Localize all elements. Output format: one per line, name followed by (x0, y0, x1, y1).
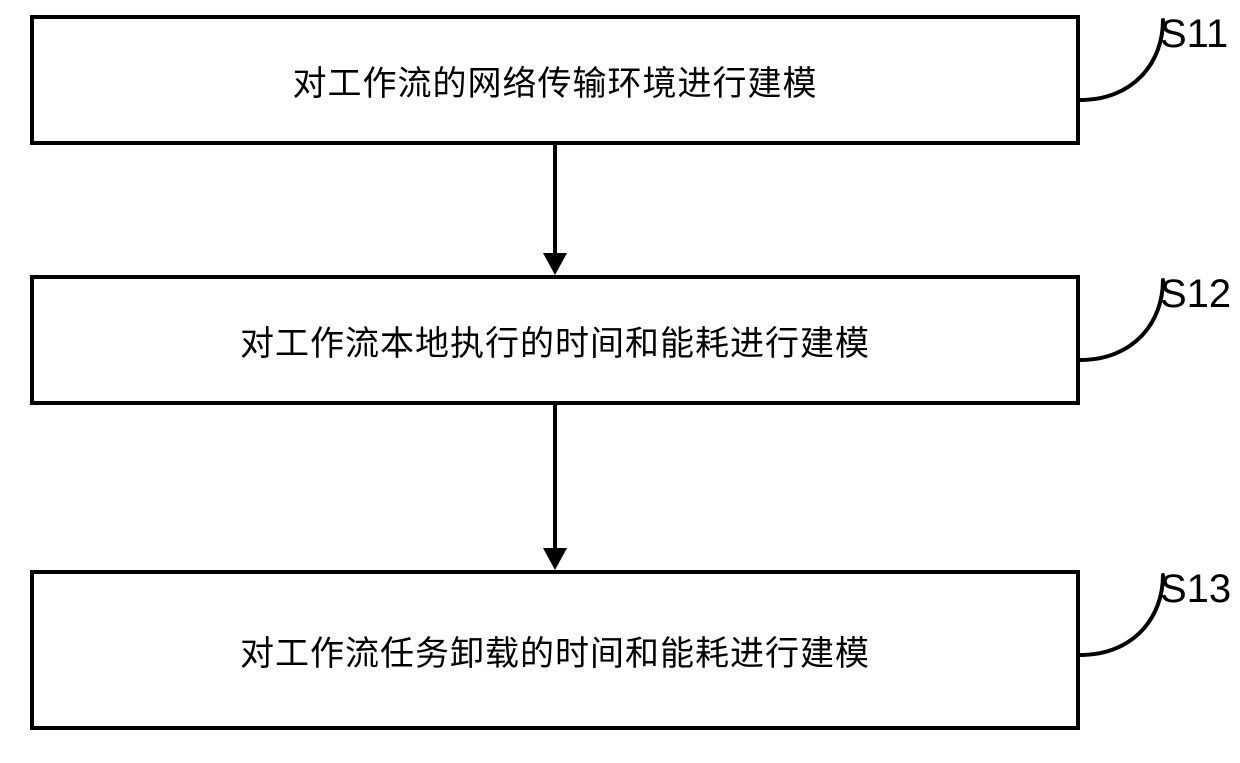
step-box-s11: 对工作流的网络传输环境进行建模 (30, 15, 1080, 145)
step-box-s12: 对工作流本地执行的时间和能耗进行建模 (30, 275, 1080, 405)
step-text: 对工作流任务卸载的时间和能耗进行建模 (240, 626, 870, 675)
flowchart-canvas: 对工作流的网络传输环境进行建模 S11 对工作流本地执行的时间和能耗进行建模 S… (0, 0, 1240, 763)
step-text: 对工作流的网络传输环境进行建模 (293, 56, 818, 105)
step-box-s13: 对工作流任务卸载的时间和能耗进行建模 (30, 570, 1080, 730)
arrow-s11-s12 (553, 145, 557, 255)
step-text: 对工作流本地执行的时间和能耗进行建模 (240, 316, 870, 365)
step-label-s13: S13 (1160, 567, 1231, 612)
step-label-s11: S11 (1160, 12, 1228, 57)
arrow-head-s11-s12 (543, 253, 567, 275)
arrow-head-s12-s13 (543, 548, 567, 570)
step-label-s12: S12 (1160, 272, 1231, 317)
arrow-s12-s13 (553, 405, 557, 550)
